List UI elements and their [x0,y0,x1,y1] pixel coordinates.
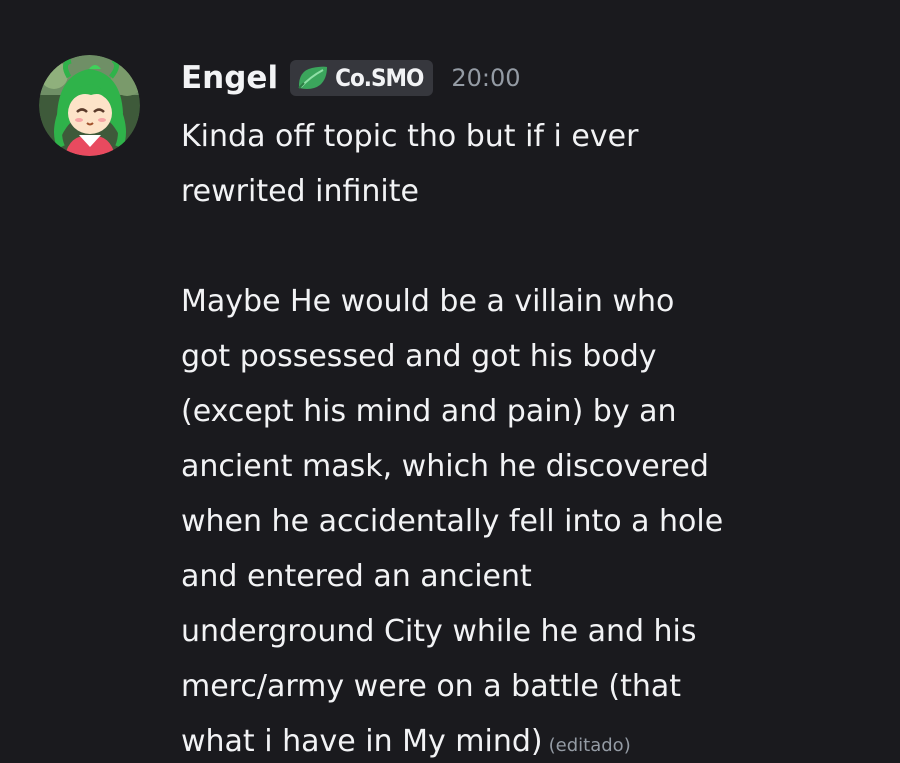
message-line: ancient mask, which he discovered [181,449,709,484]
chat-message: Engel Co.SMO 20:00 Kinda off topic tho b… [0,0,900,763]
message-last-line: what i have in My mind) (editado) [181,714,881,763]
message-line: Kinda off topic tho but if i ever [181,119,639,154]
message-line: Maybe He would be a villain who [181,284,675,319]
avatar-image [39,55,140,156]
message-content: Kinda off topic tho but if i ever rewrit… [181,109,881,763]
message-line: merc/army were on a battle (that [181,669,682,704]
leaf-icon [298,66,328,89]
avatar[interactable] [39,55,140,156]
timestamp[interactable]: 20:00 [451,64,520,92]
message-line: and entered an ancient [181,559,532,594]
message-line: rewrited infinite [181,174,419,209]
message-line-text: what i have in My mind) [181,724,543,759]
message-line: underground City while he and his [181,614,697,649]
server-tag-label: Co.SMO [335,64,424,92]
message-line: when he accidentally fell into a hole [181,504,724,539]
paragraph-break [181,219,881,274]
server-tag[interactable]: Co.SMO [290,60,434,96]
message-line: got possessed and got his body [181,339,657,374]
username[interactable]: Engel [181,60,278,96]
message-header: Engel Co.SMO 20:00 [181,58,521,98]
edited-label: (editado) [548,735,631,756]
message-line: (except his mind and pain) by an [181,394,677,429]
